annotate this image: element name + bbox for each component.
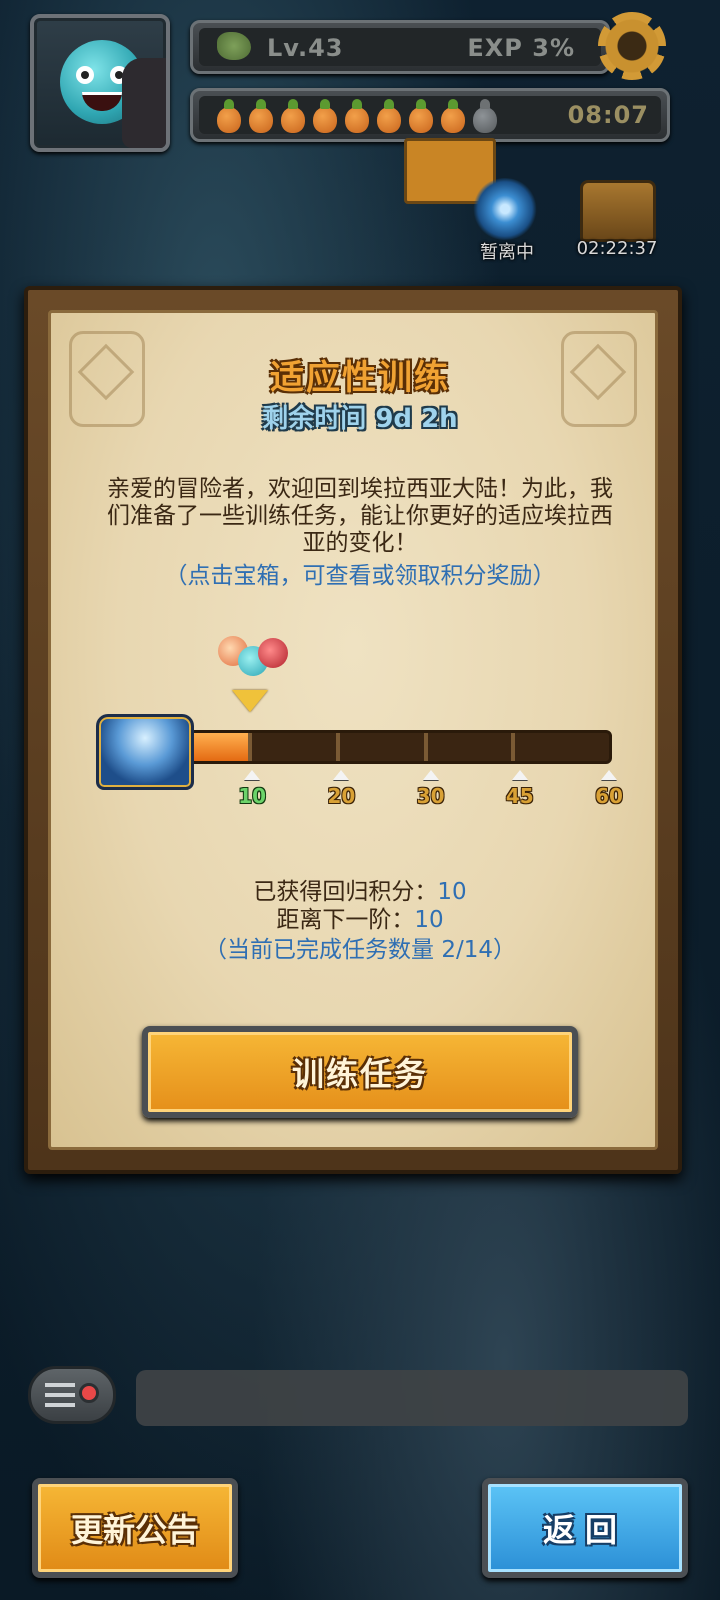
milestone-label: 30 [416, 784, 445, 808]
level-label: Lv.43 [267, 34, 344, 62]
training-tasks-button[interactable]: 训练任务 [142, 1026, 578, 1118]
milestone-tick: 45 [500, 770, 540, 808]
remaining-time: 剩余时间 9d 2h [262, 404, 458, 434]
portal-icon[interactable] [472, 178, 538, 240]
avatar-hood [122, 58, 166, 148]
reward-chest-icon[interactable] [96, 714, 194, 790]
chat-menu-button[interactable] [28, 1366, 116, 1424]
settings-gear-icon[interactable] [598, 12, 666, 80]
mascot-group-icon [212, 632, 292, 678]
milestone-marker-icon [333, 770, 350, 780]
chat-bar[interactable] [136, 1370, 688, 1426]
milestone-marker-icon [601, 770, 617, 780]
leaf-icon [217, 32, 251, 60]
panel-title: 适应性训练 [270, 358, 450, 398]
milestone-marker-icon [244, 770, 261, 780]
energy-timer: 08:07 [567, 101, 649, 129]
milestone-tick: 20 [321, 770, 361, 808]
milestone-tick: 10 [232, 770, 272, 808]
progress-bar [160, 730, 612, 764]
milestone-label: 45 [505, 784, 534, 808]
milestone-label: 10 [238, 784, 267, 808]
chest-hint: （点击宝箱，可查看或领取积分奖励） [164, 563, 556, 589]
carrot-energy-icons [215, 99, 499, 133]
carrot-icon [215, 99, 243, 133]
carrot-icon [247, 99, 275, 133]
carrot-icon [407, 99, 435, 133]
carrot-icon [439, 99, 467, 133]
chest-timer: 02:22:37 [576, 238, 658, 259]
milestone-label: 20 [327, 784, 356, 808]
carrot-icon [375, 99, 403, 133]
milestone-marker-icon [422, 770, 439, 780]
carrot-icon [471, 99, 499, 133]
completed-tasks: （当前已完成任务数量 2/14） [204, 937, 516, 963]
next-tier: 距离下一阶：10 [0, 900, 720, 934]
level-bar: Lv.43 EXP 3% [190, 20, 610, 74]
milestone-tick: 30 [411, 770, 451, 808]
energy-bar: 08:07 [190, 88, 670, 142]
progress-pointer-icon [232, 690, 268, 712]
update-notice-button[interactable]: 更新公告 [32, 1478, 238, 1578]
exp-label: EXP 3% [467, 34, 575, 62]
carrot-icon [311, 99, 339, 133]
panel-description: 亲爱的冒险者，欢迎回到埃拉西亚大陆！为此，我们准备了一些训练任务，能让你更好的适… [107, 476, 613, 556]
map-chest-icon[interactable] [580, 180, 656, 242]
milestone-label: 60 [595, 784, 623, 808]
milestone-marker-icon [511, 770, 528, 780]
carrot-icon [279, 99, 307, 133]
carrot-icon [343, 99, 371, 133]
player-avatar[interactable] [30, 14, 170, 152]
milestone-tick: 60 [589, 770, 629, 808]
back-button[interactable]: 返回 [482, 1478, 688, 1578]
portal-status-label: 暂离中 [480, 242, 534, 263]
